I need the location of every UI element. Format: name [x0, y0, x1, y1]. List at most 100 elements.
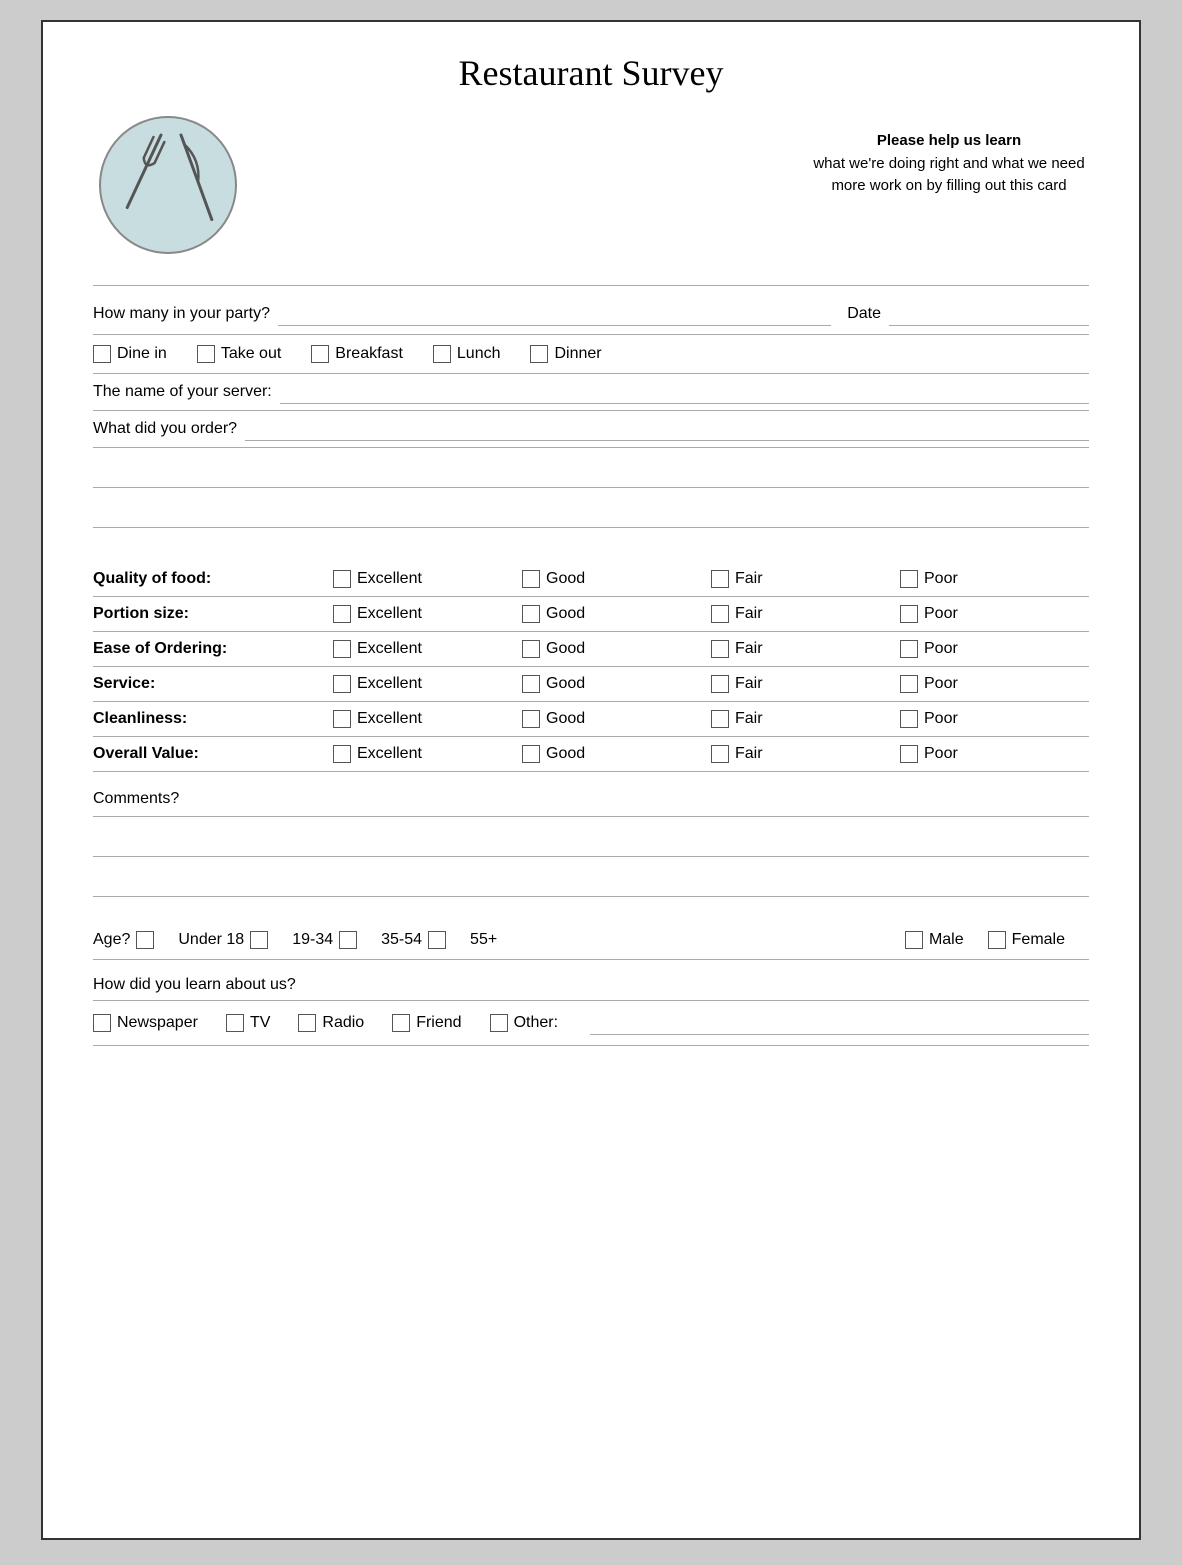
comment-line-2: [93, 861, 1089, 897]
server-row: The name of your server:: [93, 374, 1089, 411]
checkbox-newspaper[interactable]: [93, 1014, 111, 1032]
checkbox-ordering-good[interactable]: [522, 640, 540, 658]
label-food-good: Good: [546, 570, 585, 588]
checkbox-service-excellent[interactable]: [333, 675, 351, 693]
checkbox-cleanliness-poor[interactable]: [900, 710, 918, 728]
checkbox-value-poor[interactable]: [900, 745, 918, 763]
learn-radio: Radio: [298, 1014, 364, 1032]
opt-food-good: Good: [522, 570, 711, 588]
label-cleanliness-fair: Fair: [735, 710, 763, 728]
age-55plus: 55+: [470, 931, 497, 949]
rating-label-service: Service:: [93, 675, 333, 693]
rating-row-portion: Portion size: Excellent Good Fair Poor: [93, 597, 1089, 632]
checkbox-food-good[interactable]: [522, 570, 540, 588]
checkbox-ordering-excellent[interactable]: [333, 640, 351, 658]
checkbox-portion-fair[interactable]: [711, 605, 729, 623]
rating-options-portion: Excellent Good Fair Poor: [333, 605, 1089, 623]
opt-value-fair: Fair: [711, 745, 900, 763]
opt-service-fair: Fair: [711, 675, 900, 693]
rating-row-service: Service: Excellent Good Fair Poor: [93, 667, 1089, 702]
checkbox-other[interactable]: [490, 1014, 508, 1032]
label-portion-poor: Poor: [924, 605, 958, 623]
comment-line-1: [93, 821, 1089, 857]
opt-food-poor: Poor: [900, 570, 1089, 588]
survey-card: Restaurant Survey: [41, 20, 1141, 1540]
checkbox-cleanliness-excellent[interactable]: [333, 710, 351, 728]
checkbox-dinner[interactable]: [530, 345, 548, 363]
checkbox-lunch[interactable]: [433, 345, 451, 363]
cb-lunch-label: Lunch: [457, 345, 501, 363]
checkbox-service-good[interactable]: [522, 675, 540, 693]
opt-food-excellent: Excellent: [333, 570, 522, 588]
label-service-poor: Poor: [924, 675, 958, 693]
checkbox-value-fair[interactable]: [711, 745, 729, 763]
survey-title: Restaurant Survey: [93, 52, 1089, 94]
checkbox-breakfast[interactable]: [311, 345, 329, 363]
rating-options-value: Excellent Good Fair Poor: [333, 745, 1089, 763]
learn-friend-label: Friend: [416, 1014, 461, 1032]
opt-cleanliness-fair: Fair: [711, 710, 900, 728]
checkbox-radio[interactable]: [298, 1014, 316, 1032]
checkbox-19-34[interactable]: [250, 931, 268, 949]
opt-service-excellent: Excellent: [333, 675, 522, 693]
learn-newspaper: Newspaper: [93, 1014, 198, 1032]
rating-options-ordering: Excellent Good Fair Poor: [333, 640, 1089, 658]
rating-label-portion: Portion size:: [93, 605, 333, 623]
opt-cleanliness-poor: Poor: [900, 710, 1089, 728]
checkbox-tv[interactable]: [226, 1014, 244, 1032]
spacer-2: [93, 901, 1089, 921]
opt-service-poor: Poor: [900, 675, 1089, 693]
server-label: The name of your server:: [93, 383, 272, 401]
checkbox-portion-excellent[interactable]: [333, 605, 351, 623]
label-ordering-excellent: Excellent: [357, 640, 422, 658]
checkbox-ordering-fair[interactable]: [711, 640, 729, 658]
checkbox-value-good[interactable]: [522, 745, 540, 763]
checkbox-under18[interactable]: [136, 931, 154, 949]
checkbox-ordering-poor[interactable]: [900, 640, 918, 658]
label-value-good: Good: [546, 745, 585, 763]
checkbox-take-out[interactable]: [197, 345, 215, 363]
cb-lunch: Lunch: [433, 345, 501, 363]
opt-value-poor: Poor: [900, 745, 1089, 763]
rating-row-value: Overall Value: Excellent Good Fair Poor: [93, 737, 1089, 772]
party-date-row: How many in your party? Date: [93, 294, 1089, 335]
checkbox-portion-good[interactable]: [522, 605, 540, 623]
tagline-bold: Please help us learn: [877, 132, 1021, 149]
checkbox-service-poor[interactable]: [900, 675, 918, 693]
checkbox-value-excellent[interactable]: [333, 745, 351, 763]
opt-ordering-good: Good: [522, 640, 711, 658]
checkbox-55plus[interactable]: [428, 931, 446, 949]
label-value-poor: Poor: [924, 745, 958, 763]
label-cleanliness-good: Good: [546, 710, 585, 728]
learn-label: How did you learn about us?: [93, 976, 296, 994]
extra-line-2: [93, 492, 1089, 528]
checkbox-service-fair[interactable]: [711, 675, 729, 693]
opt-ordering-fair: Fair: [711, 640, 900, 658]
checkbox-35-54[interactable]: [339, 931, 357, 949]
rating-label-cleanliness: Cleanliness:: [93, 710, 333, 728]
opt-value-good: Good: [522, 745, 711, 763]
opt-food-fair: Fair: [711, 570, 900, 588]
age-row: Age? Under 18 19-34 35-54 55+ Male Femal…: [93, 921, 1089, 960]
checkbox-food-excellent[interactable]: [333, 570, 351, 588]
checkbox-dine-in[interactable]: [93, 345, 111, 363]
checkbox-portion-poor[interactable]: [900, 605, 918, 623]
order-row: What did you order?: [93, 411, 1089, 448]
extra-line-1: [93, 452, 1089, 488]
restaurant-logo-icon: [93, 110, 243, 260]
checkbox-food-poor[interactable]: [900, 570, 918, 588]
checkbox-friend[interactable]: [392, 1014, 410, 1032]
rating-options-food: Excellent Good Fair Poor: [333, 570, 1089, 588]
checkbox-food-fair[interactable]: [711, 570, 729, 588]
rating-options-service: Excellent Good Fair Poor: [333, 675, 1089, 693]
checkbox-cleanliness-fair[interactable]: [711, 710, 729, 728]
rating-row-cleanliness: Cleanliness: Excellent Good Fair Poor: [93, 702, 1089, 737]
learn-other: Other:: [490, 1014, 558, 1032]
gender-male-label: Male: [929, 931, 964, 949]
rating-row-ordering: Ease of Ordering: Excellent Good Fair Po…: [93, 632, 1089, 667]
cb-dinner: Dinner: [530, 345, 601, 363]
checkbox-female[interactable]: [988, 931, 1006, 949]
checkbox-male[interactable]: [905, 931, 923, 949]
checkbox-cleanliness-good[interactable]: [522, 710, 540, 728]
label-value-excellent: Excellent: [357, 745, 422, 763]
